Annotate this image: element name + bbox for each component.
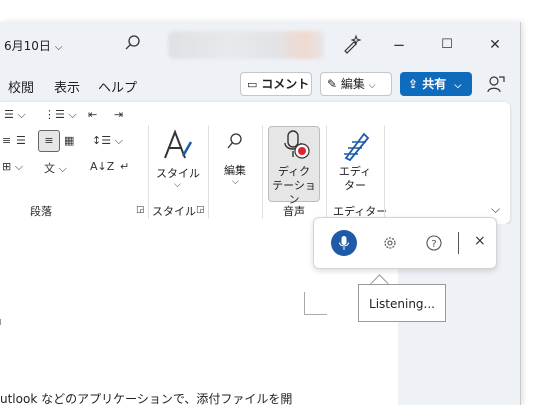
editor-label: エディ ター — [332, 165, 378, 193]
tab-review[interactable]: 校閲 — [8, 77, 34, 96]
chevron-down-icon: ⌵ — [54, 42, 63, 53]
styles-icon[interactable] — [161, 128, 195, 162]
collapse-ribbon-icon[interactable]: ⌵ — [491, 202, 500, 217]
close-dictation-button[interactable]: × — [474, 233, 486, 249]
help-question-icon[interactable]: ? — [426, 235, 442, 251]
toolbar-divider — [458, 232, 459, 254]
listening-tooltip: Listening... — [358, 284, 446, 322]
settings-gear-icon[interactable] — [382, 235, 398, 251]
search-icon[interactable] — [124, 34, 142, 52]
coauthor-icon[interactable] — [486, 74, 506, 94]
comment-icon: ▭ — [247, 78, 258, 91]
increase-indent-icon[interactable]: ⇥ — [114, 108, 123, 121]
editor-label-line-1: エディ — [338, 165, 372, 178]
borders-icon[interactable]: ⊞ ⌵ — [2, 160, 23, 174]
document-title-dropdown[interactable]: 6月10日 ⌵ — [4, 37, 63, 54]
group-label-voice: 音声 — [283, 205, 305, 218]
title-bar: 6月10日 ⌵ − ☐ ✕ — [0, 22, 520, 68]
microphone-icon — [339, 236, 349, 250]
dictation-mic-button[interactable] — [331, 230, 357, 256]
bullet-list-icon[interactable]: ☰ ⌵ — [4, 108, 26, 122]
close-button[interactable]: ✕ — [482, 32, 508, 58]
comment-label: コメント — [261, 77, 310, 91]
group-separator — [326, 125, 327, 219]
numbered-list-icon[interactable]: ⋮☰ ⌵ — [44, 108, 77, 122]
align-center-icon[interactable]: ☰ — [16, 134, 26, 147]
show-marks-icon[interactable]: ↵ — [120, 160, 129, 173]
share-button[interactable]: ⇪ 共有 ⌵ — [400, 72, 472, 96]
dialog-launcher-icon[interactable]: ◲ — [196, 205, 205, 215]
minimize-button[interactable]: − — [386, 32, 412, 58]
pencil-icon: ✎ — [327, 77, 338, 91]
align-justify-icon[interactable]: ≡ — [38, 130, 60, 152]
styles-label: スタイル — [156, 167, 200, 180]
margin-corner-mark — [304, 292, 327, 315]
asian-layout-icon[interactable]: 文 ⌵ — [44, 160, 67, 176]
sort-icon[interactable]: A↓Z — [90, 160, 114, 173]
align-left-icon[interactable]: ≡ — [2, 134, 11, 147]
designer-wand-icon[interactable] — [342, 34, 362, 54]
share-icon: ⇪ — [408, 77, 419, 91]
editing-label: 編集 — [340, 77, 365, 91]
dictate-label: ディク テーション — [268, 165, 320, 207]
line-spacing-icon[interactable]: ↕☰ ⌵ — [92, 134, 123, 148]
svg-text:?: ? — [431, 239, 436, 250]
word-window: 6月10日 ⌵ − ☐ ✕ 校閲 表示 ヘルプ ▭ コメント ✎ 編集 ⌵ ⇪ 共… — [0, 22, 521, 405]
group-separator — [262, 125, 263, 219]
dictate-mic-icon — [284, 130, 310, 159]
share-label: 共有 — [422, 77, 447, 91]
dictation-toolbar: ? × — [313, 217, 497, 269]
group-label-paragraph: 段落 — [30, 205, 52, 218]
group-label-styles: スタイル — [152, 205, 196, 218]
tab-help[interactable]: ヘルプ — [98, 77, 137, 96]
dictate-label-line-1: ディク — [277, 165, 311, 178]
editor-icon[interactable] — [338, 128, 372, 162]
group-separator — [208, 125, 209, 219]
dialog-launcher-icon[interactable]: ◲ — [136, 205, 145, 215]
chevron-down-icon: ⌵ — [454, 81, 462, 91]
distributed-icon[interactable]: ▦ — [64, 134, 74, 147]
editor-label-line-2: ター — [344, 179, 366, 192]
decrease-indent-icon[interactable]: ⇤ — [88, 108, 97, 121]
chevron-down-icon: ⌵ — [232, 177, 239, 187]
comment-button[interactable]: ▭ コメント — [240, 72, 312, 96]
editing-mode-button[interactable]: ✎ 編集 ⌵ — [320, 72, 392, 96]
tab-view[interactable]: 表示 — [54, 77, 80, 96]
group-separator — [384, 125, 385, 219]
find-icon[interactable] — [226, 132, 244, 152]
document-date-label: 6月10日 — [4, 39, 51, 53]
blurred-search-box[interactable] — [168, 31, 324, 59]
maximize-button[interactable]: ☐ — [434, 32, 460, 58]
text-cursor-mark — [0, 319, 4, 325]
editing-group-label[interactable]: 編集 — [214, 162, 256, 178]
chevron-down-icon: ⌵ — [368, 81, 376, 91]
group-separator — [148, 125, 149, 219]
chevron-down-icon: ⌵ — [174, 180, 181, 190]
document-text-line: utlook などのアプリケーションで、添付ファイルを開 — [0, 392, 293, 405]
